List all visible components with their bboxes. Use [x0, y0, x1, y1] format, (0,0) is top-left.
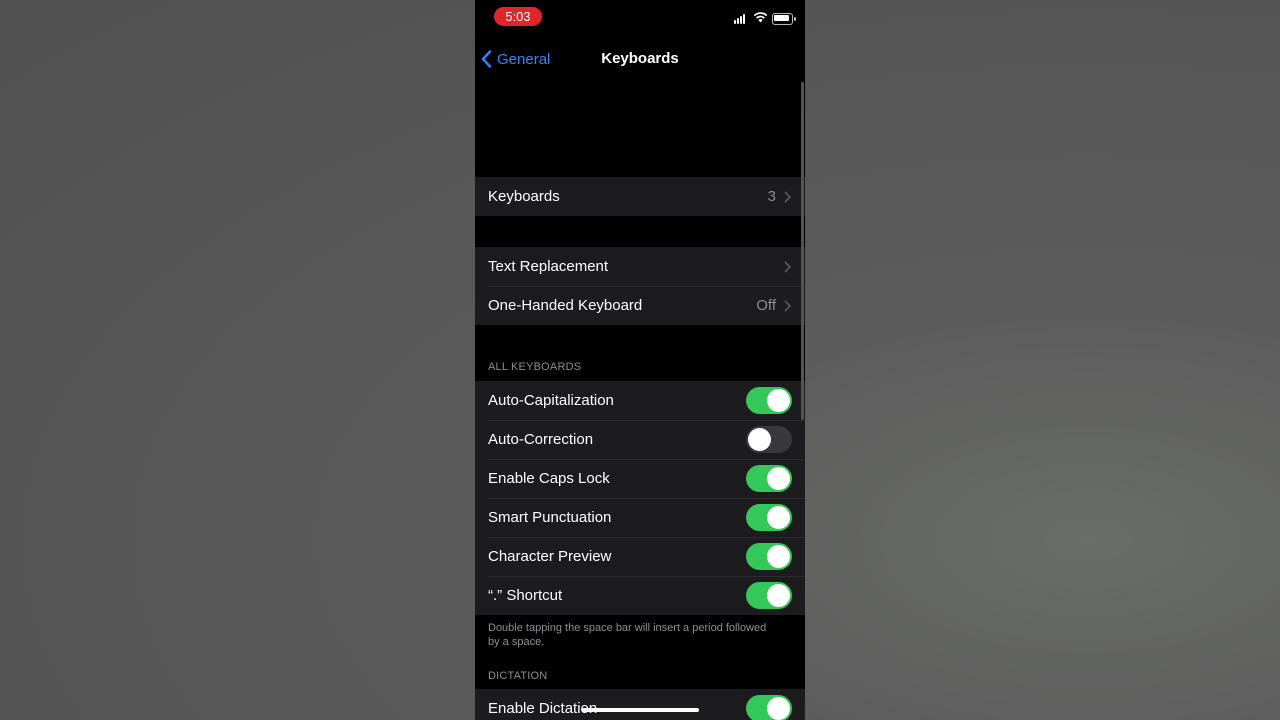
keyboards-group: Keyboards 3 [475, 177, 805, 216]
enable-dictation-label: Enable Dictation [488, 700, 598, 717]
all-keyboards-header: ALL KEYBOARDS [488, 361, 582, 373]
period-shortcut-footer: Double tapping the space bar will insert… [488, 622, 767, 648]
status-time[interactable]: 5:03 [494, 7, 542, 26]
scrollbar[interactable] [801, 82, 804, 420]
auto-capitalization-row: Auto-Capitalization [475, 381, 805, 420]
chevron-right-icon [784, 261, 791, 273]
phone-screen: 5:03 General Keyboards Keyboards 3 Text … [475, 0, 805, 720]
cellular-signal-icon [734, 12, 748, 24]
all-keyboards-group: Auto-Capitalization Auto-Correction Enab… [475, 381, 805, 615]
enable-caps-lock-row: Enable Caps Lock [475, 459, 805, 498]
character-preview-row: Character Preview [475, 537, 805, 576]
home-indicator[interactable] [582, 708, 699, 712]
character-preview-label: Character Preview [488, 548, 612, 565]
character-preview-toggle[interactable] [746, 543, 792, 570]
keyboards-label: Keyboards [488, 188, 560, 205]
enable-dictation-toggle[interactable] [746, 695, 792, 720]
chevron-right-icon [784, 300, 791, 312]
one-handed-keyboard-label: One-Handed Keyboard [488, 297, 643, 314]
dictation-header: DICTATION [488, 670, 548, 682]
auto-capitalization-label: Auto-Capitalization [488, 392, 614, 409]
period-shortcut-row: “.” Shortcut [475, 576, 805, 615]
battery-icon [772, 13, 796, 25]
keyboards-count: 3 [767, 188, 776, 205]
auto-correction-row: Auto-Correction [475, 420, 805, 459]
page-title: Keyboards [601, 50, 679, 67]
text-replacement-label: Text Replacement [488, 258, 609, 275]
smart-punctuation-label: Smart Punctuation [488, 509, 612, 526]
auto-correction-toggle[interactable] [746, 426, 792, 453]
dictation-group: Enable Dictation [475, 689, 805, 720]
enable-dictation-row: Enable Dictation [475, 689, 805, 720]
period-shortcut-toggle[interactable] [746, 582, 792, 609]
period-shortcut-label: “.” Shortcut [488, 587, 563, 604]
smart-punctuation-toggle[interactable] [746, 504, 792, 531]
one-handed-keyboard-row[interactable]: One-Handed Keyboard Off [475, 286, 805, 325]
status-bar: 5:03 [475, 0, 805, 38]
enable-caps-lock-toggle[interactable] [746, 465, 792, 492]
auto-capitalization-toggle[interactable] [746, 387, 792, 414]
chevron-right-icon [784, 191, 791, 203]
wifi-icon [753, 12, 768, 23]
enable-caps-lock-label: Enable Caps Lock [488, 470, 610, 487]
navigation-bar: General Keyboards [475, 38, 805, 79]
auto-correction-label: Auto-Correction [488, 431, 594, 448]
text-replacement-row[interactable]: Text Replacement [475, 247, 805, 286]
smart-punctuation-row: Smart Punctuation [475, 498, 805, 537]
text-settings-group: Text Replacement One-Handed Keyboard Off [475, 247, 805, 325]
keyboards-row[interactable]: Keyboards 3 [475, 177, 805, 216]
one-handed-keyboard-value: Off [756, 297, 776, 314]
